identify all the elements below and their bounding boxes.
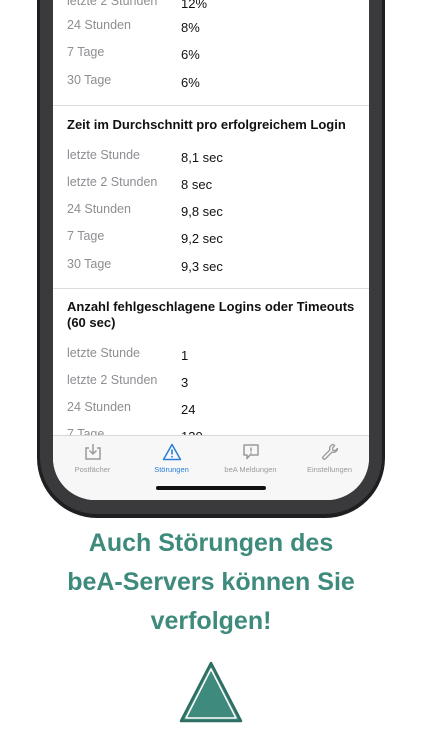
tab-label: beA Meldungen bbox=[224, 465, 277, 474]
stat-row: 7 Tage 9,2 sec bbox=[67, 229, 357, 249]
stat-row: letzte 2 Stunden 8 sec bbox=[67, 175, 357, 195]
section-divider bbox=[53, 105, 369, 106]
stat-label: letzte Stunde bbox=[67, 346, 140, 360]
warning-icon bbox=[162, 443, 181, 461]
stats-scroll-view[interactable]: letzte 2 Stunden 12% 24 Stunden 8% 7 Tag… bbox=[53, 0, 369, 435]
section-title-line: (60 sec) bbox=[67, 315, 116, 330]
section-title-failed-logins: Anzahl fehlgeschlagene Logins oder Timeo… bbox=[67, 299, 359, 331]
stat-value: 9,2 sec bbox=[181, 231, 223, 246]
phone-screen: letzte 2 Stunden 12% 24 Stunden 8% 7 Tag… bbox=[53, 0, 369, 500]
tab-bea-meldungen[interactable]: beA Meldungen bbox=[211, 442, 290, 474]
stat-value: 8 sec bbox=[181, 177, 213, 192]
stat-value: 8% bbox=[181, 20, 200, 35]
stat-label: 30 Tage bbox=[67, 257, 112, 271]
warning-triangle-icon bbox=[179, 661, 243, 723]
tab-label: Postfächer bbox=[74, 465, 111, 474]
stat-value: 9,8 sec bbox=[181, 204, 223, 219]
stat-row: 30 Tage 6% bbox=[67, 73, 357, 93]
stat-label: 24 Stunden bbox=[67, 400, 131, 414]
promo-headline: Auch Störungen des beA-Servers können Si… bbox=[0, 524, 422, 641]
section-divider bbox=[53, 288, 369, 289]
stat-row: 30 Tage 9,3 sec bbox=[67, 257, 357, 277]
promo-line: verfolgen! bbox=[150, 607, 272, 635]
section-title-avg-time: Zeit im Durchschnitt pro erfolgreichem L… bbox=[67, 117, 346, 132]
stat-value: 1 bbox=[181, 348, 189, 363]
stat-label: 30 Tage bbox=[67, 73, 112, 87]
tab-stoerungen[interactable]: Störungen bbox=[132, 442, 211, 474]
tab-einstellungen[interactable]: Einstellungen bbox=[290, 442, 369, 474]
stat-label: 7 Tage bbox=[67, 229, 105, 243]
stat-row: letzte 2 Stunden 3 bbox=[67, 373, 357, 393]
stat-row: 24 Stunden 24 bbox=[67, 400, 357, 420]
stat-label: 24 Stunden bbox=[67, 18, 131, 32]
stat-row: letzte 2 Stunden 12% bbox=[67, 0, 357, 14]
stat-value: 8,1 sec bbox=[181, 150, 223, 165]
stat-row: 7 Tage 130 bbox=[67, 427, 357, 435]
stat-label: 7 Tage bbox=[67, 45, 105, 59]
stat-value: 24 bbox=[181, 402, 196, 417]
stat-row: letzte Stunde 1 bbox=[67, 346, 357, 366]
stat-value: 6% bbox=[181, 47, 200, 62]
stat-label: 24 Stunden bbox=[67, 202, 131, 216]
stat-value: 12% bbox=[181, 0, 208, 11]
stat-row: 7 Tage 6% bbox=[67, 45, 357, 65]
stat-value: 3 bbox=[181, 375, 189, 390]
stat-label: 7 Tage bbox=[67, 427, 105, 435]
stat-row: 24 Stunden 9,8 sec bbox=[67, 202, 357, 222]
stat-row: 24 Stunden 8% bbox=[67, 18, 357, 38]
tab-label: Störungen bbox=[154, 465, 189, 474]
stat-label: letzte 2 Stunden bbox=[67, 175, 158, 189]
message-bubble-icon bbox=[242, 444, 259, 460]
stat-value: 9,3 sec bbox=[181, 259, 223, 274]
stat-row: letzte Stunde 8,1 sec bbox=[67, 148, 357, 168]
stat-label: letzte 2 Stunden bbox=[67, 0, 158, 8]
section-title-line: Anzahl fehlgeschlagene Logins oder Timeo… bbox=[67, 299, 355, 314]
tab-bar: Postfächer Störungen beA Meldungen Einst… bbox=[53, 435, 369, 500]
tab-postfaecher[interactable]: Postfächer bbox=[53, 442, 132, 474]
home-indicator[interactable] bbox=[156, 486, 266, 490]
promo-line: beA-Servers können Sie bbox=[67, 568, 355, 596]
inbox-download-icon bbox=[84, 444, 101, 460]
promo-line: Auch Störungen des bbox=[88, 529, 334, 557]
wrench-icon bbox=[321, 443, 338, 460]
tab-label: Einstellungen bbox=[306, 465, 353, 474]
stat-label: letzte 2 Stunden bbox=[67, 373, 158, 387]
stat-label: letzte Stunde bbox=[67, 148, 140, 162]
stat-value: 6% bbox=[181, 75, 200, 90]
